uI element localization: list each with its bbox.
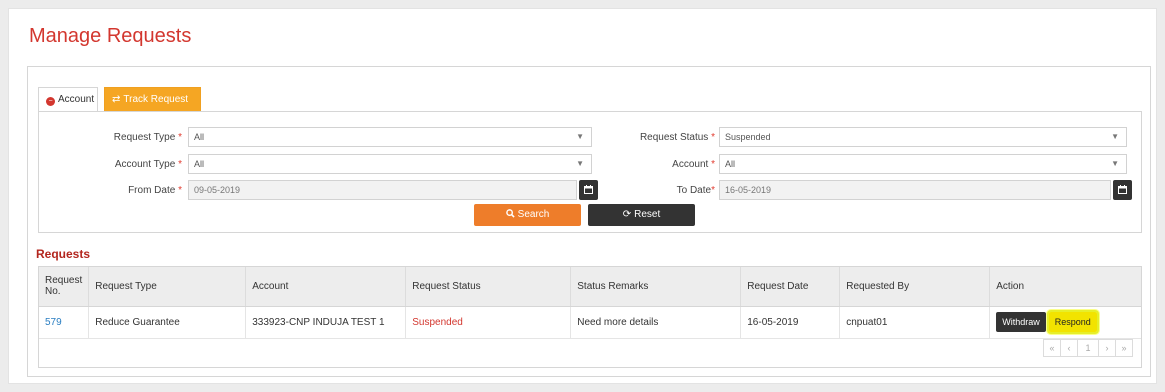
calendar-icon	[584, 185, 593, 194]
chevron-down-icon: ▼	[576, 132, 584, 141]
account-cell: 333923-CNP INDUJA TEST 1	[245, 306, 407, 339]
calendar-icon	[1118, 185, 1127, 194]
request-status-value: Suspended	[725, 132, 771, 142]
request-status-select[interactable]: Suspended ▼	[719, 127, 1127, 147]
main-panel: − Account ⇄ Track Request Request Type * A…	[27, 66, 1151, 377]
respond-button[interactable]: Respond	[1046, 310, 1099, 334]
requested-by-cell: cnpuat01	[839, 306, 991, 339]
pagination-next[interactable]: ›	[1098, 339, 1116, 357]
col-request-no: Request No.	[39, 267, 90, 307]
account-type-label: Account Type *	[114, 159, 182, 170]
request-date-cell: 16-05-2019	[740, 306, 841, 339]
tab-track-request[interactable]: ⇄ Track Request	[104, 87, 201, 112]
col-action: Action	[989, 267, 1141, 307]
search-button-label: Search	[517, 209, 550, 220]
account-type-value: All	[194, 159, 205, 169]
col-request-type: Request Type	[88, 267, 247, 307]
col-status-remarks: Status Remarks	[570, 267, 742, 307]
page-title: Manage Requests	[29, 25, 192, 47]
tab-account-label: Account	[58, 94, 95, 105]
reset-button[interactable]: ⟳ Reset	[588, 204, 695, 226]
from-date-calendar-button[interactable]	[579, 180, 598, 200]
search-icon	[505, 209, 515, 218]
tab-account[interactable]: − Account	[38, 87, 98, 112]
pagination-page-1[interactable]: 1	[1077, 339, 1099, 357]
requests-table-container: Request No. Request Type Account Request …	[38, 266, 1142, 368]
exchange-icon: ⇄	[112, 94, 121, 105]
status-remarks-cell: Need more details	[570, 306, 742, 339]
minus-circle-icon: −	[46, 97, 55, 106]
refresh-icon: ⟳	[622, 209, 632, 220]
pagination: « ‹ 1 › »	[1043, 339, 1133, 357]
chevron-down-icon: ▼	[1111, 159, 1119, 168]
request-type-label: Request Type *	[113, 132, 182, 143]
request-type-cell: Reduce Guarantee	[88, 306, 247, 339]
requests-table: Request No. Request Type Account Request …	[39, 267, 1141, 339]
account-value: All	[725, 159, 736, 169]
request-type-value: All	[194, 132, 205, 142]
pagination-prev[interactable]: ‹	[1060, 339, 1078, 357]
search-button[interactable]: Search	[474, 204, 581, 226]
to-date-input[interactable]: 16-05-2019	[719, 180, 1111, 200]
pagination-last[interactable]: »	[1115, 339, 1133, 357]
from-date-label: From Date *	[128, 185, 182, 196]
col-requested-by: Requested By	[839, 267, 991, 307]
request-status-label: Request Status *	[639, 132, 715, 143]
action-cell: Withdraw Respond	[989, 306, 1141, 339]
col-request-status: Request Status	[405, 267, 572, 307]
to-date-calendar-button[interactable]	[1113, 180, 1132, 200]
from-date-input[interactable]: 09-05-2019	[188, 180, 577, 200]
account-select[interactable]: All ▼	[719, 154, 1127, 174]
tab-track-request-label: Track Request	[123, 94, 189, 105]
manage-requests-page: Manage Requests − Account ⇄ Track Request …	[8, 8, 1157, 384]
withdraw-button[interactable]: Withdraw	[996, 312, 1046, 332]
pagination-first[interactable]: «	[1043, 339, 1061, 357]
table-header-row: Request No. Request Type Account Request …	[39, 267, 1141, 307]
from-date-value: 09-05-2019	[194, 185, 241, 195]
request-status-cell: Suspended	[405, 306, 572, 339]
table-row: 579 Reduce Guarantee 333923-CNP INDUJA T…	[39, 306, 1141, 339]
to-date-label: To Date*	[676, 185, 715, 196]
col-request-date: Request Date	[740, 267, 841, 307]
requests-section-title: Requests	[36, 247, 91, 261]
account-label: Account *	[672, 159, 715, 170]
col-account: Account	[245, 267, 407, 307]
request-type-select[interactable]: All ▼	[188, 127, 592, 147]
reset-button-label: Reset	[634, 209, 661, 220]
chevron-down-icon: ▼	[576, 159, 584, 168]
chevron-down-icon: ▼	[1111, 132, 1119, 141]
account-type-select[interactable]: All ▼	[188, 154, 592, 174]
request-no-link[interactable]: 579	[39, 306, 90, 339]
to-date-value: 16-05-2019	[725, 185, 772, 195]
